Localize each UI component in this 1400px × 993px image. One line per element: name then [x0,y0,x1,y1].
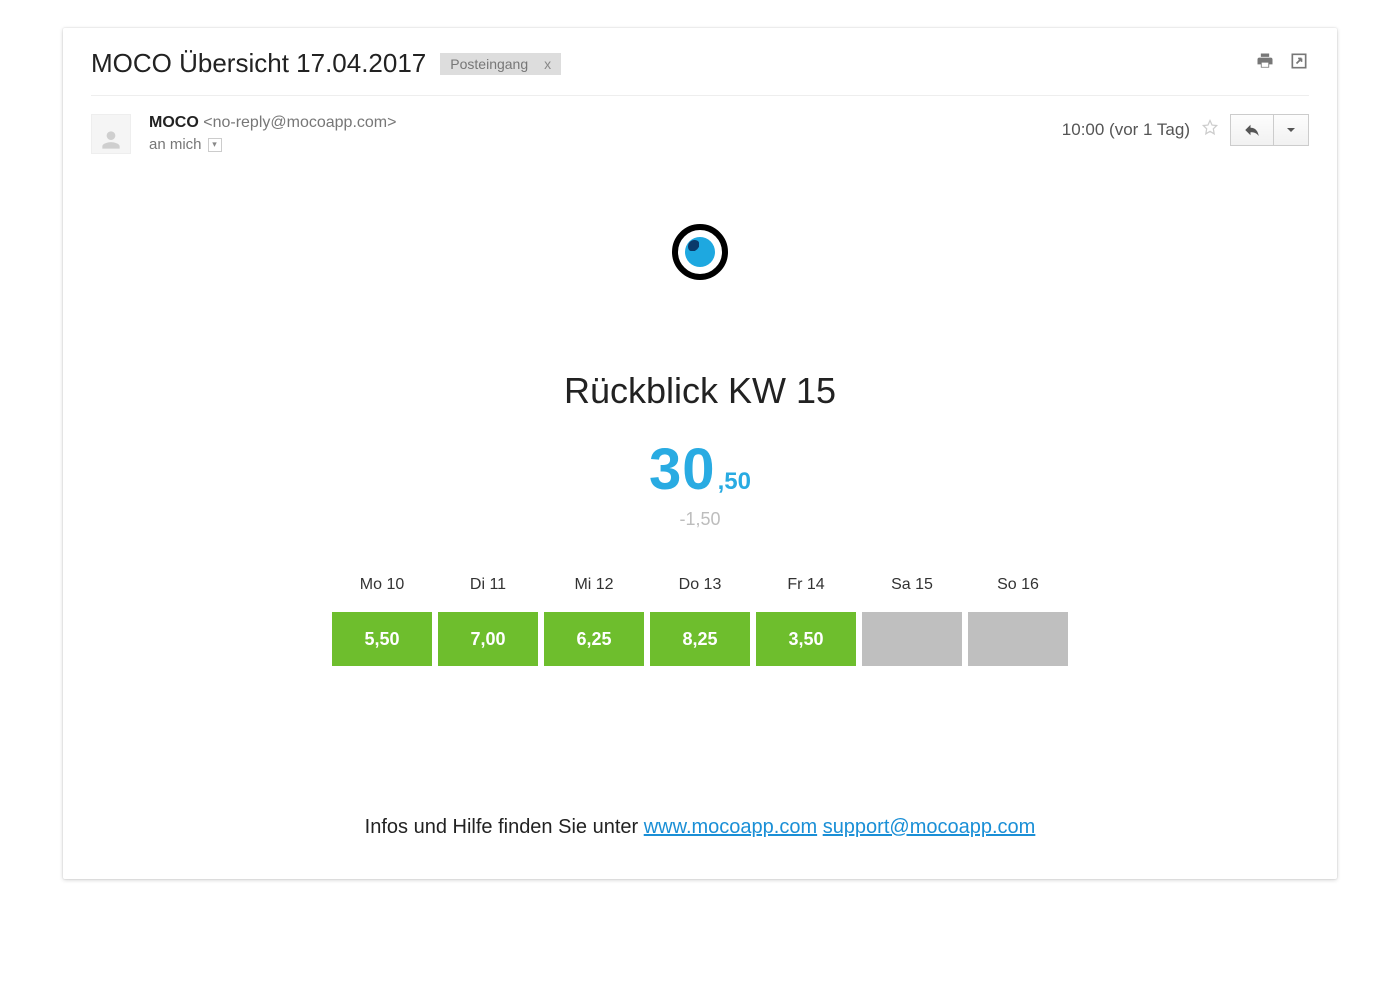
total-hours: 30,50 [91,436,1309,503]
day-column: Fr 14 3,50 [756,576,856,666]
day-label: Fr 14 [756,576,856,594]
moco-logo-icon [672,224,728,280]
footer-link-site[interactable]: www.mocoapp.com [644,816,817,838]
day-label: Sa 15 [862,576,962,594]
day-label: Mi 12 [544,576,644,594]
day-value-box: 7,00 [438,612,538,666]
sender-name: MOCO [149,114,199,131]
header-actions [1255,51,1309,76]
timestamp: 10:00 (vor 1 Tag) [1062,120,1190,140]
hours-delta: -1,50 [91,509,1309,530]
reply-button[interactable] [1230,114,1274,146]
day-value-box: 6,25 [544,612,644,666]
day-value-box: 5,50 [332,612,432,666]
email-subject: MOCO Übersicht 17.04.2017 [91,48,426,79]
recipient-line[interactable]: an mich ▾ [149,136,1044,153]
inbox-label-chip[interactable]: Posteingang x [440,53,561,75]
inbox-label-text: Posteingang [450,56,528,72]
sender-line: MOCO <no-reply@mocoapp.com> [149,114,1044,132]
reply-button-group [1230,114,1309,146]
day-column: So 16 [968,576,1068,666]
day-column: Mi 12 6,25 [544,576,644,666]
sender-address: <no-reply@mocoapp.com> [203,114,396,131]
day-value-box [968,612,1068,666]
day-label: Mo 10 [332,576,432,594]
recipient-dropdown-icon[interactable]: ▾ [208,138,222,152]
email-header: MOCO Übersicht 17.04.2017 Posteingang x [91,48,1309,96]
avatar [91,114,131,154]
footer-prefix: Infos und Hilfe finden Sie unter [365,816,644,838]
sender-block: MOCO <no-reply@mocoapp.com> an mich ▾ [149,114,1044,153]
total-hours-whole: 30 [649,437,716,502]
email-meta: MOCO <no-reply@mocoapp.com> an mich ▾ 10… [91,96,1309,154]
footer-text: Infos und Hilfe finden Sie unter www.moc… [91,816,1309,839]
review-title: Rückblick KW 15 [91,370,1309,412]
day-column: Di 11 7,00 [438,576,538,666]
day-value-box: 3,50 [756,612,856,666]
day-label: So 16 [968,576,1068,594]
day-column: Mo 10 5,50 [332,576,432,666]
day-column: Do 13 8,25 [650,576,750,666]
day-label: Do 13 [650,576,750,594]
day-column: Sa 15 [862,576,962,666]
subject-wrap: MOCO Übersicht 17.04.2017 Posteingang x [91,48,561,79]
day-label: Di 11 [438,576,538,594]
email-card: MOCO Übersicht 17.04.2017 Posteingang x … [63,28,1337,879]
day-value-box [862,612,962,666]
week-overview: Mo 105,50Di 117,00Mi 126,25Do 138,25Fr 1… [91,576,1309,666]
day-value-box: 8,25 [650,612,750,666]
footer-link-support[interactable]: support@mocoapp.com [823,816,1036,838]
email-body: Rückblick KW 15 30,50 -1,50 Mo 105,50Di … [91,154,1309,839]
print-icon[interactable] [1255,51,1275,76]
total-hours-fraction: ,50 [718,468,751,495]
open-new-window-icon[interactable] [1289,51,1309,76]
remove-label-icon[interactable]: x [540,56,555,72]
reply-more-button[interactable] [1274,114,1309,146]
recipient-text: an mich [149,136,202,153]
star-icon[interactable] [1200,118,1220,143]
right-meta: 10:00 (vor 1 Tag) [1062,114,1309,146]
